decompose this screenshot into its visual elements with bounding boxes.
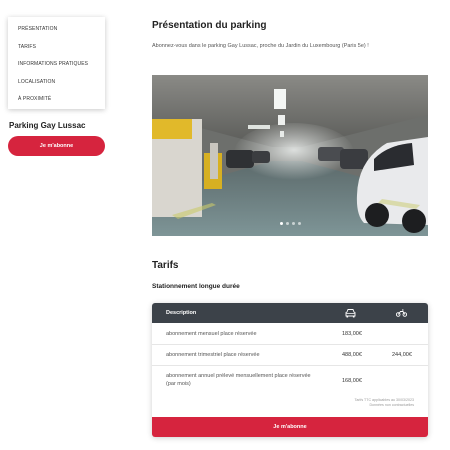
nav-item-presentation[interactable]: PRÉSENTATION [8,21,105,39]
row-description: abonnement annuel prélevé mensuellement … [166,373,311,387]
row-description: abonnement trimestriel place réservée [166,352,260,358]
motorbike-icon [396,309,407,317]
parking-photo [152,75,428,236]
nav-item-a-proximite[interactable]: À PROXIMITÉ [8,91,105,109]
carousel-dots [152,222,428,225]
intro-text: Abonnez-vous dans le parking Gay Lussac,… [152,43,369,49]
table-row: abonnement trimestriel place réservée 48… [152,344,428,366]
section-nav: PRÉSENTATION TARIFS INFORMATIONS PRATIQU… [8,17,105,109]
tarifs-subtitle: Stationnement longue durée [152,283,240,290]
row-car-price: 168,00€ [342,378,362,384]
subscribe-button[interactable]: Je m'abonne [152,417,428,437]
carousel-dot[interactable] [285,222,289,225]
nav-item-localisation[interactable]: LOCALISATION [8,74,105,92]
price-table-header: Description [152,303,428,323]
parking-name: Parking Gay Lussac [9,121,86,130]
nav-item-tarifs[interactable]: TARIFS [8,39,105,57]
carousel-dot[interactable] [297,222,301,225]
row-car-price: 488,00€ [342,352,362,358]
page-title: Présentation du parking [152,20,267,31]
carousel-dot[interactable] [291,222,295,225]
carousel-dot[interactable] [279,222,283,225]
car-icon [345,309,356,318]
footnote-line-2: Données non contractuelles [369,403,414,407]
nav-item-informations-pratiques[interactable]: INFORMATIONS PRATIQUES [8,56,105,74]
row-car-price: 183,00€ [342,331,362,337]
price-table-card: Description abonnement mensuel place rés… [152,303,428,437]
row-moto-price: 244,00€ [392,352,412,358]
table-row: abonnement annuel prélevé mensuellement … [152,365,428,395]
row-description: abonnement mensuel place réservée [166,331,257,337]
table-row: abonnement mensuel place réservée 183,00… [152,323,428,345]
subscribe-button[interactable]: Je m'abonne [8,136,105,156]
price-footnote: Tarifs TTC applicables au 30/03/2023 Don… [355,398,414,408]
parking-photo-carousel[interactable] [152,75,428,236]
description-column-header: Description [166,310,197,316]
tarifs-title: Tarifs [152,260,179,271]
